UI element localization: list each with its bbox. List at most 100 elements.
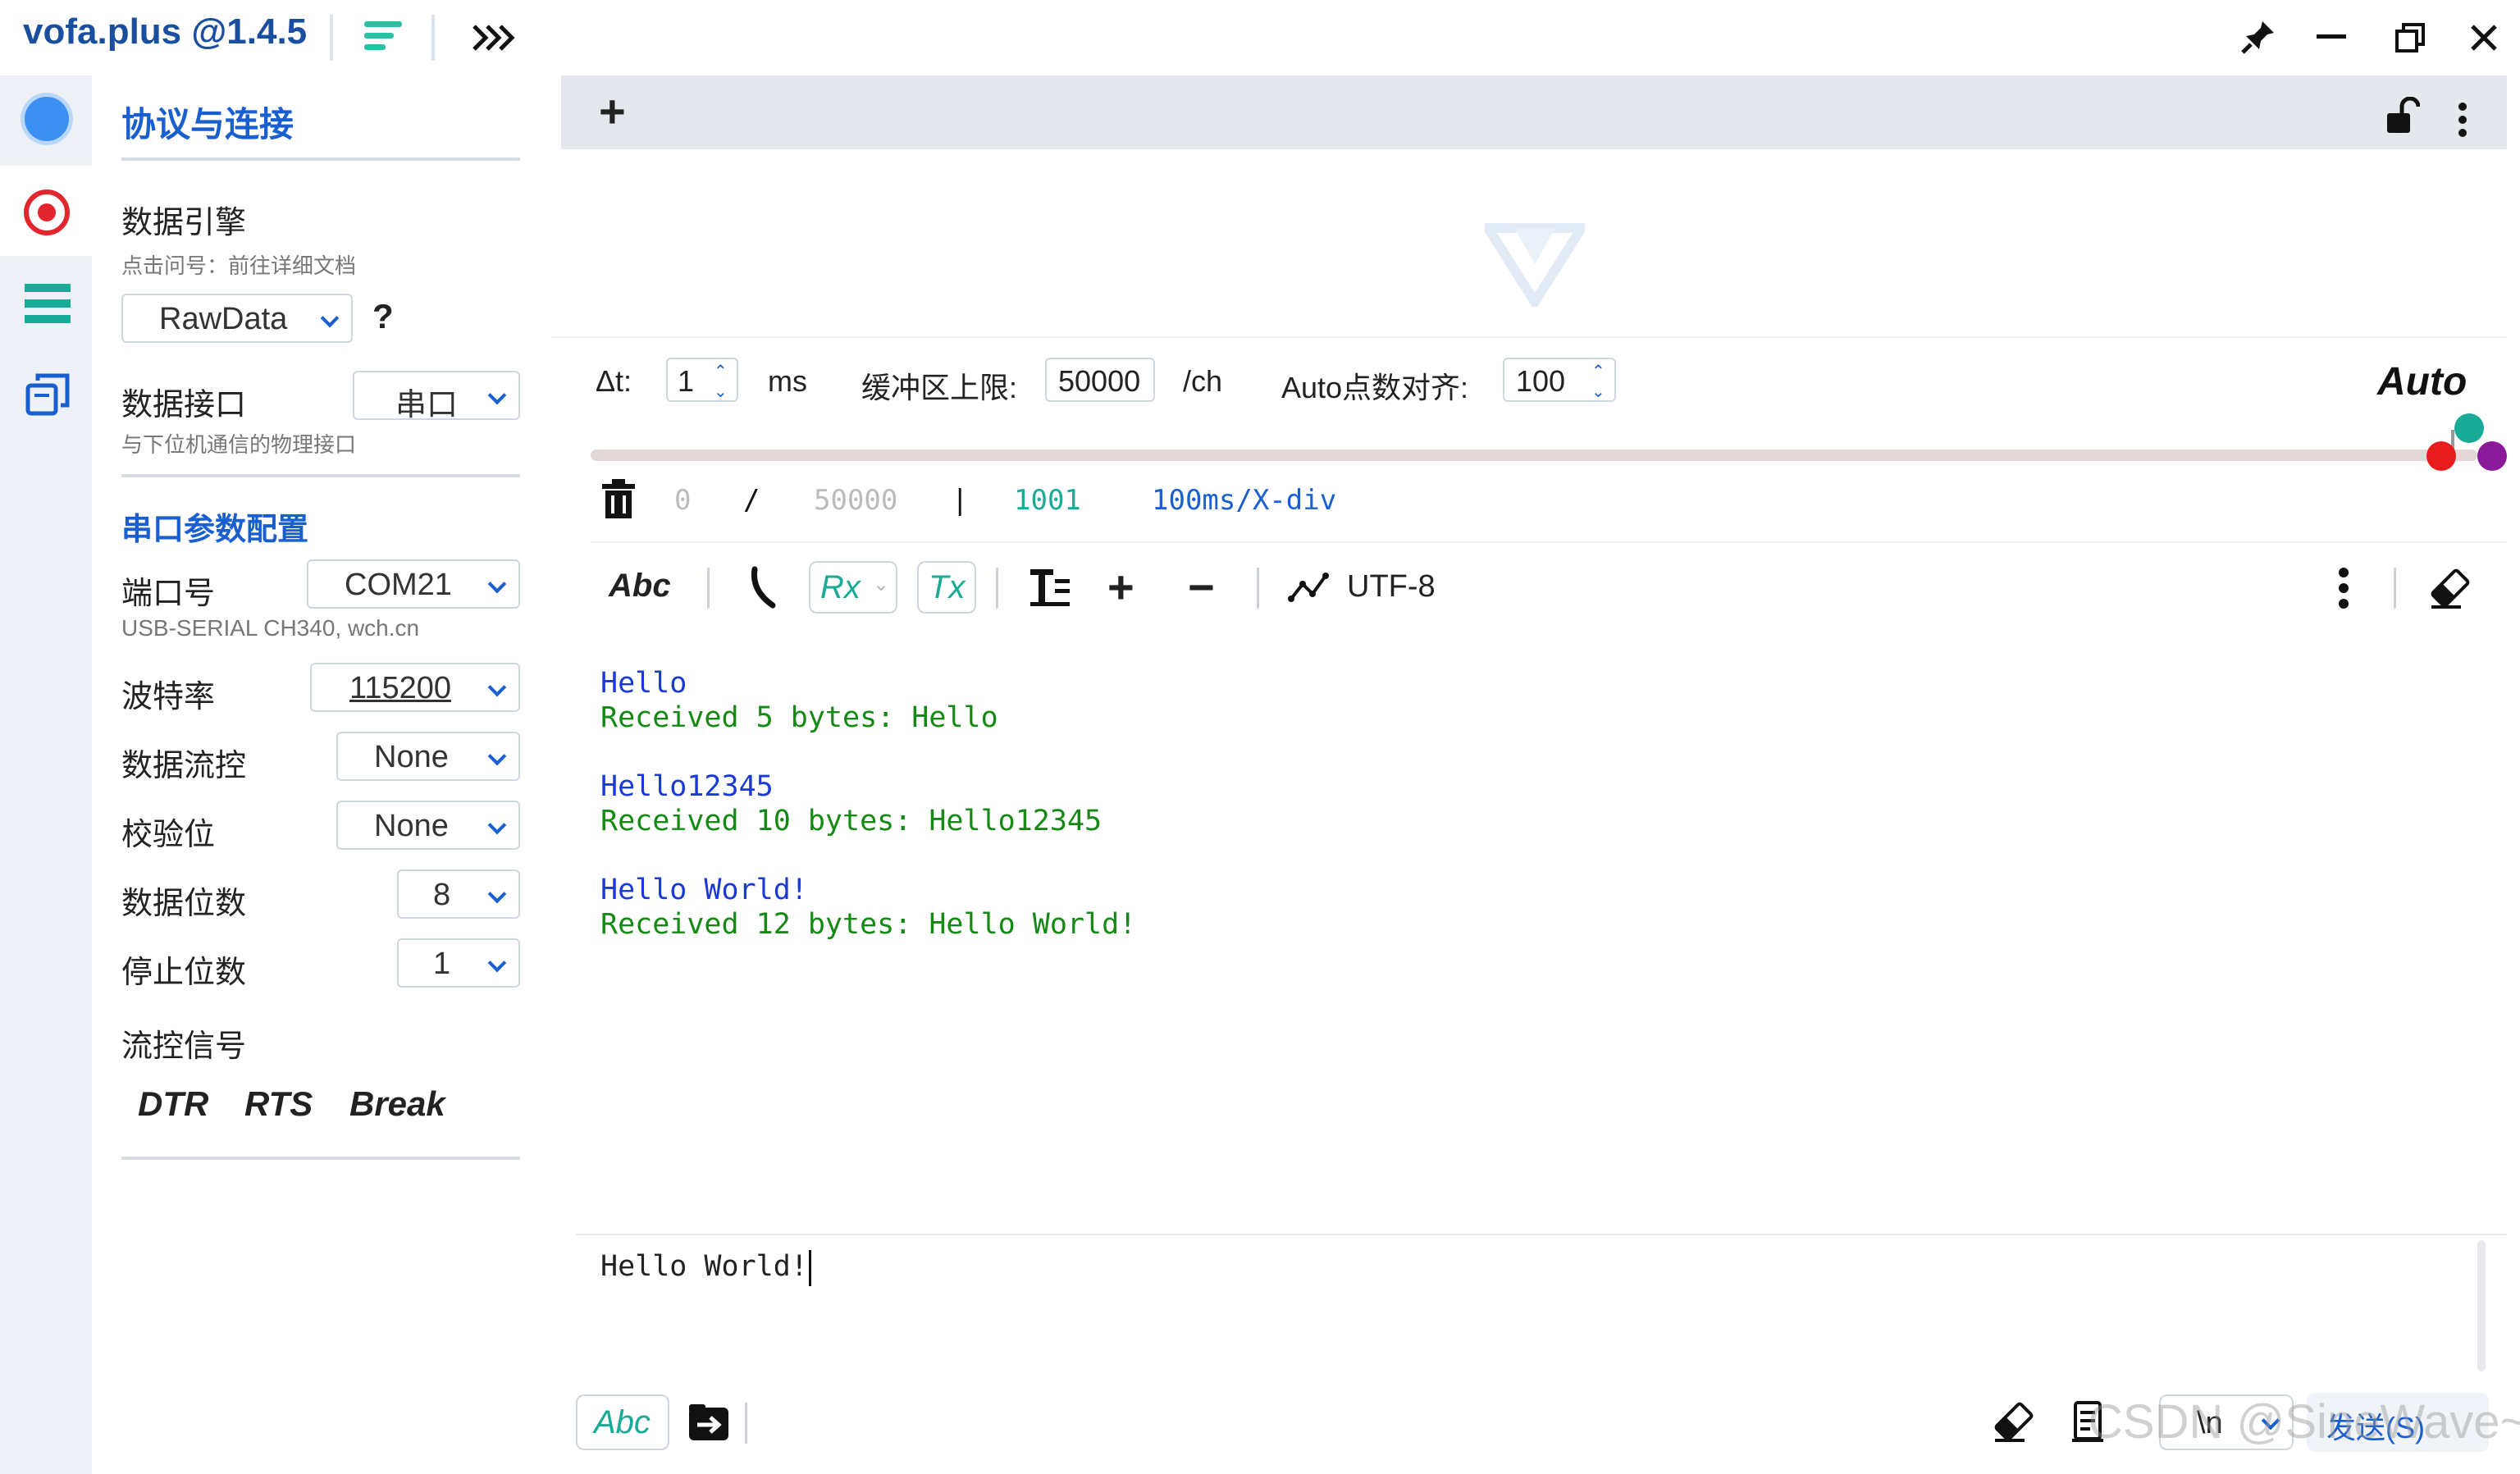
tx-toggle[interactable]: Tx — [917, 561, 976, 614]
text-format-icon[interactable] — [1029, 566, 1071, 610]
baud-select[interactable]: 115200 — [310, 663, 520, 712]
record-target-icon[interactable] — [21, 187, 72, 238]
range-slider-track[interactable] — [591, 450, 2477, 461]
dt-unit: ms — [768, 364, 807, 398]
console-line: Hello World! — [600, 874, 808, 906]
phone-hook-icon[interactable] — [748, 566, 781, 610]
buffer-unit: /ch — [1183, 364, 1223, 398]
databits-select[interactable]: 8 — [397, 869, 520, 919]
minimize-icon[interactable] — [2317, 34, 2346, 39]
chevron-down-icon — [320, 308, 340, 328]
rx-label: Rx — [820, 569, 861, 605]
console-line: Received 12 bytes: Hello World! — [600, 908, 1137, 941]
plot-divider — [551, 336, 2507, 338]
expand-chevrons-icon[interactable] — [469, 20, 518, 56]
clear-input-eraser-icon[interactable] — [1992, 1399, 2036, 1444]
console-output: Hello Received 5 bytes: Hello Hello12345… — [600, 666, 2487, 942]
spin-arrows-icon[interactable]: ⌃ ⌄ — [1591, 361, 1605, 402]
range-total: 50000 — [814, 484, 898, 517]
windows-stack-icon[interactable] — [25, 371, 72, 418]
console-line: Received 10 bytes: Hello12345 — [600, 805, 1102, 837]
close-icon[interactable] — [2468, 21, 2500, 54]
rx-toggle[interactable]: Rx ⌄ — [809, 561, 897, 614]
baud-value: 115200 — [349, 671, 451, 705]
dt-spinbox[interactable]: 1 ⌃ ⌄ — [666, 358, 738, 402]
toolbar-divider — [2394, 568, 2396, 609]
status-divider — [591, 541, 2507, 543]
chevron-down-icon — [487, 884, 507, 904]
vofa-logo-icon — [1479, 221, 1591, 312]
csdn-watermark: CSDN @SineWave~ — [2089, 1395, 2520, 1449]
toolbar-divider — [996, 568, 998, 609]
interface-value: 串口 — [395, 388, 459, 422]
slider-handle-teal[interactable] — [2454, 413, 2484, 443]
signals-divider — [121, 1157, 520, 1160]
range-slash: / — [743, 484, 760, 517]
send-divider — [576, 1234, 2507, 1235]
send-abc-label: Abc — [594, 1404, 651, 1440]
add-tab-button[interactable]: + — [599, 89, 626, 135]
slider-handle-red[interactable] — [2426, 441, 2456, 471]
spin-arrows-icon[interactable]: ⌃ ⌄ — [714, 361, 728, 402]
zoom-out-button[interactable]: − — [1188, 561, 1215, 614]
encoding-select[interactable]: UTF-8 — [1347, 569, 1436, 605]
console-line: Hello12345 — [600, 770, 774, 803]
x-div-scale: 100ms/X-div — [1152, 484, 1337, 517]
dt-label: Δt: — [596, 364, 632, 398]
buffer-input[interactable]: 50000 — [1045, 358, 1155, 402]
abc-toggle[interactable]: Abc — [609, 568, 671, 605]
stopbits-select[interactable]: 1 — [397, 938, 520, 988]
menu-lines-icon[interactable] — [361, 16, 407, 59]
trash-icon[interactable] — [600, 479, 637, 520]
engine-value: RawData — [159, 302, 288, 336]
dtr-toggle[interactable]: DTR — [138, 1084, 208, 1124]
eraser-icon[interactable] — [2428, 566, 2472, 610]
break-toggle[interactable]: Break — [349, 1084, 445, 1124]
title-divider-2 — [431, 15, 435, 61]
interface-divider — [121, 474, 520, 477]
slider-handle-purple[interactable] — [2477, 441, 2507, 471]
auto-button[interactable]: Auto — [2377, 359, 2467, 404]
baud-label: 波特率 — [121, 680, 216, 714]
more-vertical-icon[interactable] — [2458, 102, 2468, 138]
stopbits-value: 1 — [433, 947, 451, 981]
tx-label: Tx — [929, 569, 966, 605]
list-icon[interactable] — [25, 282, 71, 325]
align-spinbox[interactable]: 100 ⌃ ⌄ — [1503, 358, 1616, 402]
port-select[interactable]: COM21 — [307, 559, 520, 609]
restore-icon[interactable] — [2394, 21, 2426, 54]
parity-value: None — [374, 809, 449, 843]
zoom-in-button[interactable]: + — [1107, 561, 1134, 614]
section-title: 协议与连接 — [121, 105, 294, 144]
more-vertical-icon[interactable] — [2338, 566, 2349, 610]
port-label: 端口号 — [121, 577, 216, 611]
help-button[interactable]: ? — [372, 297, 394, 336]
send-file-icon[interactable] — [687, 1403, 730, 1442]
align-value: 100 — [1516, 364, 1566, 398]
chevron-down-icon — [487, 746, 507, 766]
align-label: Auto点数对齐: — [1281, 371, 1469, 404]
send-scrollbar[interactable] — [2477, 1240, 2486, 1371]
range-start: 0 — [674, 484, 692, 517]
connection-status-icon[interactable] — [25, 97, 69, 141]
flow-select[interactable]: None — [336, 732, 520, 781]
send-input[interactable]: Hello World! — [576, 1239, 2479, 1383]
rts-toggle[interactable]: RTS — [244, 1084, 313, 1124]
range-bar: | — [952, 484, 969, 517]
pin-icon[interactable] — [2239, 16, 2279, 56]
chevron-down-icon — [487, 953, 507, 973]
tab-bar — [561, 75, 2507, 149]
unlock-icon[interactable] — [2384, 96, 2421, 136]
databits-value: 8 — [433, 878, 451, 912]
stopbits-label: 停止位数 — [121, 956, 247, 990]
engine-select[interactable]: RawData — [121, 294, 353, 343]
parity-select[interactable]: None — [336, 801, 520, 850]
toolbar-divider — [1257, 568, 1259, 609]
flow-value: None — [374, 740, 449, 774]
flow-signal-label: 流控信号 — [121, 1029, 247, 1064]
send-abc-toggle[interactable]: Abc — [576, 1394, 669, 1450]
encoding-graph-icon[interactable] — [1288, 569, 1331, 607]
interface-select[interactable]: 串口 — [353, 371, 520, 422]
